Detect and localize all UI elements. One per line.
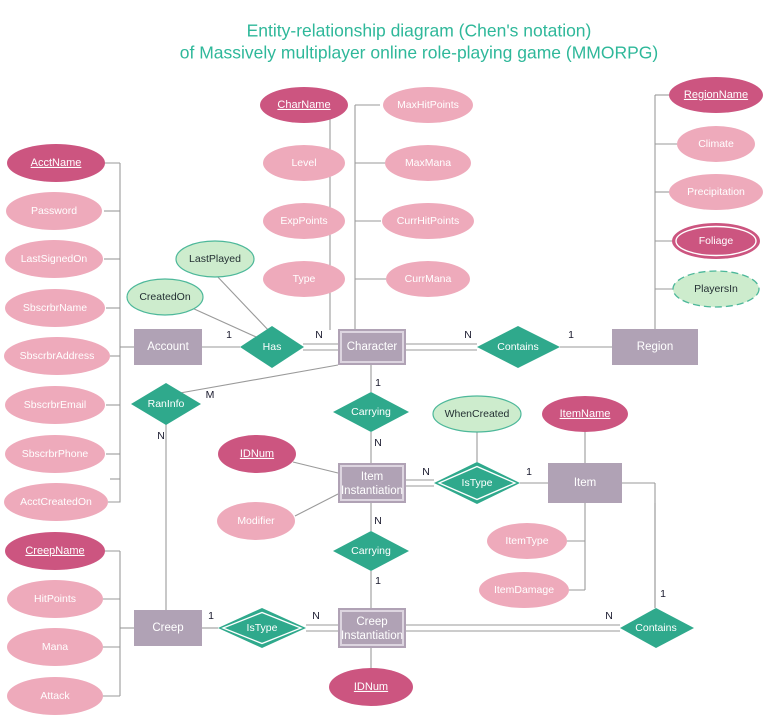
- diagram-title-line2: of Massively multiplayer online role-pla…: [180, 43, 659, 63]
- attribute-sbscrbremail-label: SbscrbrEmail: [24, 399, 86, 411]
- entity-item-instantiation[interactable]: Item Instantiation: [338, 463, 406, 503]
- cardinality-item-inst-istype: N: [422, 466, 430, 478]
- er-diagram-canvas: Entity-relationship diagram (Chen's nota…: [0, 0, 774, 725]
- attribute-attack-label: Attack: [40, 690, 70, 702]
- attribute-type-label: Type: [293, 273, 316, 285]
- attribute-createdon-label: CreatedOn: [139, 291, 191, 303]
- attribute-itemname-label: ItemName: [560, 408, 611, 420]
- attribute-item-idnum-label: IDNum: [240, 448, 274, 460]
- entity-creep-instantiation-label-1: Creep: [356, 616, 387, 628]
- attribute-sbscrbrphone-label: SbscrbrPhone: [22, 448, 89, 460]
- attribute-exppoints-label: ExpPoints: [280, 215, 327, 227]
- attribute-level-label: Level: [291, 157, 316, 169]
- relationship-contains-region-label: Contains: [497, 341, 538, 353]
- attribute-playersin-label: PlayersIn: [694, 283, 738, 295]
- attribute-charname-label: CharName: [277, 99, 330, 111]
- attribute-creepname-label: CreepName: [25, 545, 84, 557]
- relationship-raninfo-label: RanInfo: [148, 398, 185, 410]
- attribute-creep-idnum-label: IDNum: [354, 681, 388, 693]
- cardinality-carrying-item-inst: N: [374, 437, 382, 449]
- entity-character-label: Character: [347, 341, 398, 353]
- attribute-sbscrbrname-label: SbscrbrName: [23, 302, 87, 314]
- attribute-lastplayed-label: LastPlayed: [189, 253, 241, 265]
- entity-creep[interactable]: Creep: [134, 610, 202, 646]
- attribute-regionname-label: RegionName: [684, 89, 748, 101]
- attribute-acctname-label: AcctName: [31, 157, 82, 169]
- cardinality-istype-item: 1: [526, 466, 532, 478]
- attribute-password-label: Password: [31, 205, 77, 217]
- cardinality-raninfo-n: N: [157, 430, 165, 442]
- cardinality-raninfo-m: M: [206, 389, 215, 401]
- relationship-istype-item-label: IsType: [462, 477, 493, 489]
- cardinality-contains-item: 1: [660, 588, 666, 600]
- attribute-maxmana-label: MaxMana: [405, 157, 451, 169]
- attribute-acctcreatedon-label: AcctCreatedOn: [20, 496, 92, 508]
- entity-creep-label: Creep: [152, 622, 183, 634]
- entity-item-instantiation-label-1: Item: [361, 471, 383, 483]
- attribute-climate-label: Climate: [698, 138, 734, 150]
- cardinality-has-character: N: [315, 329, 323, 341]
- attribute-currmana-label: CurrMana: [405, 273, 452, 285]
- cardinality-character-carrying: 1: [375, 377, 381, 389]
- cardinality-creep-istype: 1: [208, 610, 214, 622]
- attribute-foliage-label: Foliage: [699, 235, 734, 247]
- attribute-currhitpoints-label: CurrHitPoints: [397, 215, 459, 227]
- relationship-has-label: Has: [263, 341, 282, 353]
- cardinality-account-has: 1: [226, 329, 232, 341]
- attribute-maxhitpoints-label: MaxHitPoints: [397, 99, 459, 111]
- cardinality-character-contains: N: [464, 329, 472, 341]
- attribute-hitpoints-label: HitPoints: [34, 593, 76, 605]
- attribute-whencreated-label: WhenCreated: [445, 408, 510, 420]
- entity-creep-instantiation[interactable]: Creep Instantiation: [338, 608, 406, 648]
- cardinality-contains-region: 1: [568, 329, 574, 341]
- relationship-carrying-item-label: Carrying: [351, 406, 391, 418]
- cardinality-item-inst-carrying: N: [374, 515, 382, 527]
- relationship-istype-creep-label: IsType: [247, 622, 278, 634]
- cardinality-creep-inst-contains: N: [605, 610, 613, 622]
- diagram-title-line1: Entity-relationship diagram (Chen's nota…: [247, 21, 592, 41]
- entity-character[interactable]: Character: [338, 329, 406, 365]
- entity-item-label: Item: [574, 477, 596, 489]
- attribute-mana-label: Mana: [42, 641, 68, 653]
- entity-account[interactable]: Account: [134, 329, 202, 365]
- attribute-itemdamage-label: ItemDamage: [494, 584, 554, 596]
- cardinality-carrying-creep-inst: 1: [375, 575, 381, 587]
- entity-region-label: Region: [637, 341, 673, 353]
- cardinality-istype-creep-inst: N: [312, 610, 320, 622]
- entity-account-label: Account: [147, 341, 189, 353]
- relationship-contains-creep-label: Contains: [635, 622, 676, 634]
- attribute-precipitation-label: Precipitation: [687, 186, 745, 198]
- attribute-modifier-label: Modifier: [237, 515, 275, 527]
- entity-region[interactable]: Region: [612, 329, 698, 365]
- entity-item-instantiation-label-2: Instantiation: [341, 485, 403, 497]
- attribute-itemtype-label: ItemType: [505, 535, 548, 547]
- relationship-carrying-creep-label: Carrying: [351, 545, 391, 557]
- attribute-lastsignedon-label: LastSignedOn: [21, 253, 88, 265]
- entity-item[interactable]: Item: [548, 463, 622, 503]
- attribute-sbscrbraddress-label: SbscrbrAddress: [20, 350, 95, 362]
- entity-creep-instantiation-label-2: Instantiation: [341, 630, 403, 642]
